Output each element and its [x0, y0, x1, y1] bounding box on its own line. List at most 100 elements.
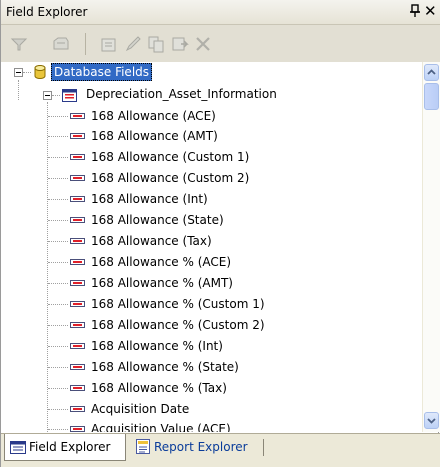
field-icon: [70, 364, 85, 370]
field-item[interactable]: 168 Allowance % (State): [2, 357, 402, 377]
field-tree[interactable]: Database Fields Depreciation_Asset_Infor…: [2, 62, 422, 432]
tree-label-database-fields: Database Fields: [51, 63, 153, 81]
field-item[interactable]: 168 Allowance (ACE): [2, 106, 402, 126]
tree-line: [48, 157, 68, 159]
field-icon: [70, 217, 85, 223]
toolbar: [1, 25, 440, 62]
collapse-icon[interactable]: [14, 68, 23, 77]
field-icon: [70, 426, 85, 432]
edit-icon[interactable]: [123, 34, 143, 54]
tree-line: [48, 388, 68, 390]
window-title: Field Explorer: [6, 5, 88, 19]
field-icon: [70, 322, 85, 328]
field-label: 168 Allowance % (AMT): [91, 276, 233, 290]
delete-icon[interactable]: [193, 34, 213, 54]
pin-icon[interactable]: [409, 4, 421, 18]
insert-field-icon[interactable]: [99, 34, 119, 54]
field-item[interactable]: 168 Allowance % (Int): [2, 336, 402, 356]
tab-field-explorer[interactable]: Field Explorer: [4, 434, 126, 461]
vertical-scrollbar[interactable]: [422, 62, 440, 432]
field-label: 168 Allowance (Custom 1): [91, 150, 250, 164]
field-label: 168 Allowance (State): [91, 213, 224, 227]
view-icon[interactable]: [51, 34, 71, 54]
field-label: 168 Allowance (Tax): [91, 234, 212, 248]
tree-line: [48, 429, 68, 431]
tree-line: [48, 116, 68, 118]
tab-label-field-explorer: Field Explorer: [29, 440, 111, 454]
field-item[interactable]: 168 Allowance % (Custom 1): [2, 294, 402, 314]
tab-bar: Field Explorer Report Explorer: [1, 433, 440, 467]
tree-line: [23, 72, 31, 74]
tree-line: [48, 346, 68, 348]
title-bar: Field Explorer ✕: [1, 0, 440, 25]
field-item[interactable]: 168 Allowance (AMT): [2, 126, 402, 146]
field-icon: [70, 113, 85, 119]
tree-node-database-fields[interactable]: Database Fields: [2, 62, 402, 82]
field-item[interactable]: 168 Allowance (Custom 2): [2, 168, 402, 188]
field-item[interactable]: 168 Allowance % (Tax): [2, 378, 402, 398]
field-item[interactable]: 168 Allowance (Tax): [2, 231, 402, 251]
field-label: 168 Allowance % (Custom 1): [91, 297, 265, 311]
field-item[interactable]: 168 Allowance % (Custom 2): [2, 315, 402, 335]
field-icon: [70, 196, 85, 202]
field-item[interactable]: 168 Allowance (Custom 1): [2, 147, 402, 167]
tree-line: [48, 367, 68, 369]
field-item[interactable]: Acquisition Date: [2, 399, 402, 419]
tree-label-table: Depreciation_Asset_Information: [86, 87, 277, 101]
collapse-icon[interactable]: [43, 91, 52, 100]
field-label: 168 Allowance (AMT): [91, 129, 218, 143]
scroll-down-button[interactable]: [424, 412, 439, 429]
tab-divider: [263, 439, 264, 456]
toolbar-separator: [85, 33, 86, 55]
field-icon: [70, 301, 85, 307]
field-label: 168 Allowance % (Tax): [91, 381, 227, 395]
field-item[interactable]: 168 Allowance % (AMT): [2, 273, 402, 293]
field-explorer-panel: Field Explorer ✕ Database Fields Depreci…: [0, 0, 440, 467]
field-label: 168 Allowance % (State): [91, 360, 239, 374]
field-label: 168 Allowance % (Custom 2): [91, 318, 265, 332]
scroll-up-button[interactable]: [424, 64, 439, 81]
tree-line: [48, 325, 68, 327]
table-icon: [62, 88, 77, 102]
field-explorer-tab-icon: [10, 441, 26, 454]
tree-line: [48, 199, 68, 201]
tree-line: [48, 283, 68, 285]
database-icon: [33, 64, 47, 80]
field-icon: [70, 259, 85, 265]
field-icon: [70, 280, 85, 286]
field-label: Acquisition Date: [91, 402, 190, 416]
tree-line: [48, 178, 68, 180]
field-icon: [70, 175, 85, 181]
tree-line: [52, 95, 60, 97]
tree-line: [48, 409, 68, 411]
scroll-thumb[interactable]: [424, 83, 439, 110]
field-icon: [70, 154, 85, 160]
field-item[interactable]: Acquisition Value (ACE): [2, 419, 402, 432]
field-label: 168 Allowance % (Int): [91, 339, 223, 353]
field-label: 168 Allowance (ACE): [91, 109, 216, 123]
tree-node-table[interactable]: Depreciation_Asset_Information: [2, 84, 402, 104]
field-icon: [70, 133, 85, 139]
report-explorer-tab-icon: [136, 439, 151, 454]
close-icon[interactable]: ✕: [424, 2, 437, 20]
tree-line: [48, 262, 68, 264]
field-icon: [70, 385, 85, 391]
tab-label-report-explorer: Report Explorer: [154, 440, 248, 454]
field-item[interactable]: 168 Allowance (Int): [2, 189, 402, 209]
field-icon: [70, 343, 85, 349]
field-label: 168 Allowance (Int): [91, 192, 208, 206]
tab-report-explorer[interactable]: Report Explorer: [128, 434, 264, 461]
field-label: 168 Allowance % (ACE): [91, 255, 232, 269]
filter-icon[interactable]: [9, 34, 29, 54]
field-label: 168 Allowance (Custom 2): [91, 171, 250, 185]
tree-line: [48, 136, 68, 138]
rename-icon[interactable]: [170, 34, 190, 54]
field-label: Acquisition Value (ACE): [91, 422, 231, 432]
field-item[interactable]: 168 Allowance (State): [2, 210, 402, 230]
field-item[interactable]: 168 Allowance % (ACE): [2, 252, 402, 272]
copy-icon[interactable]: [146, 34, 166, 54]
tree-line: [48, 241, 68, 243]
field-icon: [70, 238, 85, 244]
tree-line: [48, 304, 68, 306]
tree-line: [48, 220, 68, 222]
